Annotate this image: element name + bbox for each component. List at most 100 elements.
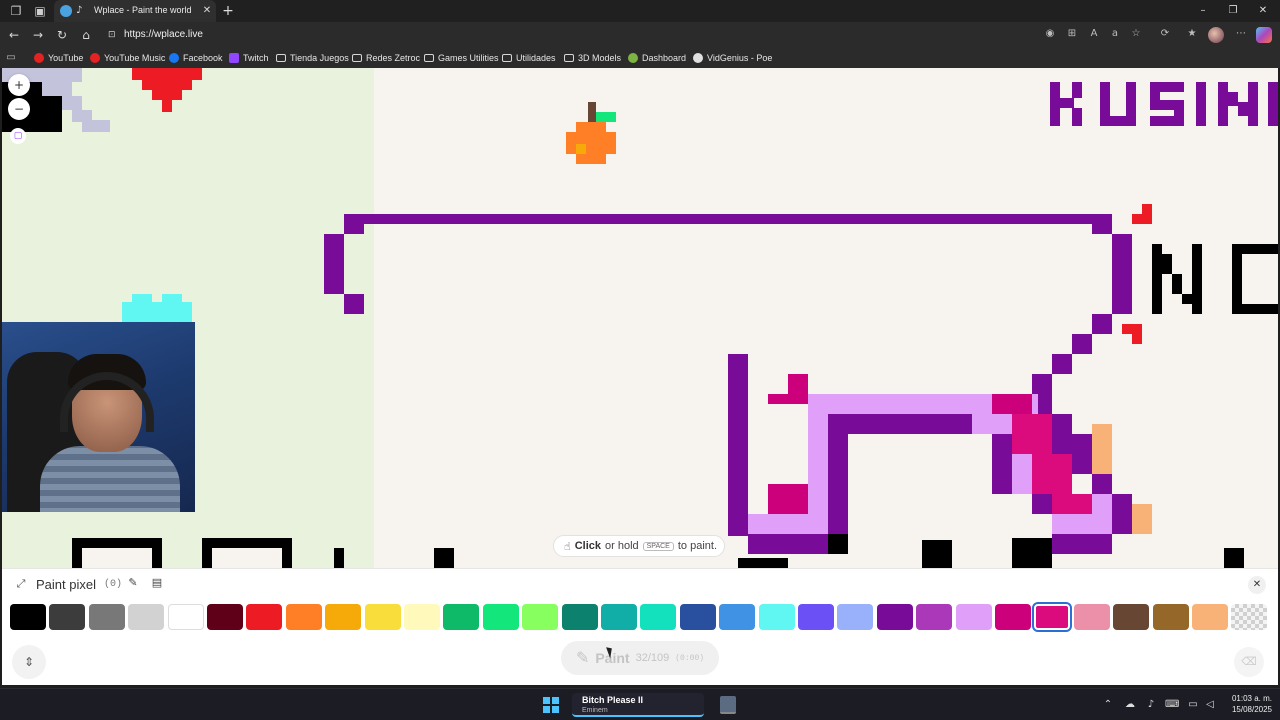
window-close-icon[interactable]: ✕	[1254, 3, 1272, 19]
home-icon[interactable]: ⌂	[78, 27, 94, 43]
hint-or-hold-text: or hold	[605, 540, 639, 552]
color-swatch[interactable]	[443, 604, 479, 630]
color-swatch[interactable]	[365, 604, 401, 630]
collapse-toggle-button[interactable]: ⇕	[12, 645, 46, 679]
color-swatch[interactable]	[49, 604, 85, 630]
workspaces-icon[interactable]: ❐	[8, 3, 24, 19]
back-icon[interactable]: ←	[6, 27, 22, 43]
restore-icon[interactable]: ❐	[1224, 3, 1242, 19]
color-swatch[interactable]	[246, 604, 282, 630]
more-menu-icon[interactable]: ⋯	[1234, 27, 1248, 41]
color-swatch[interactable]	[719, 604, 755, 630]
color-swatch[interactable]	[759, 604, 795, 630]
color-swatch[interactable]	[877, 604, 913, 630]
color-swatch[interactable]	[10, 604, 46, 630]
taskbar: Bitch Please II Eminem ⌃ ☁ ♪ ⌨ ▭ ◁ 01:03…	[0, 688, 1280, 720]
color-swatch[interactable]	[128, 604, 164, 630]
volume-icon[interactable]: ◁	[1203, 698, 1217, 712]
pixel-canvas[interactable]: + − ▢ ☝ Click or hold SPACE to paint.	[2, 68, 1278, 568]
color-swatch[interactable]	[601, 604, 637, 630]
bookmark-twitch[interactable]: Twitch	[229, 51, 269, 65]
url-text[interactable]: https://wplace.live	[124, 29, 203, 40]
color-swatch[interactable]	[995, 604, 1031, 630]
bookmark-label: YouTube Music	[104, 53, 166, 63]
site-info-icon[interactable]: ⊡	[108, 29, 118, 41]
media-player-widget[interactable]: Bitch Please II Eminem	[572, 693, 704, 717]
refresh-icon[interactable]: ↻	[54, 27, 70, 43]
windows-start-icon[interactable]	[543, 697, 559, 713]
color-swatch[interactable]	[522, 604, 558, 630]
browser-tab[interactable]: ♪ Wplace - Paint the world ✕	[54, 0, 216, 22]
eraser-button[interactable]: ⌫	[1234, 647, 1264, 677]
close-panel-button[interactable]: ✕	[1248, 576, 1266, 594]
bookmark-tienda-juegos[interactable]: Tienda Juegos	[276, 51, 349, 65]
color-swatch[interactable]	[1231, 604, 1267, 630]
color-swatch[interactable]	[404, 604, 440, 630]
zoom-out-button[interactable]: −	[8, 98, 30, 120]
bookmark-youtube-music[interactable]: YouTube Music	[90, 51, 165, 65]
bookmark-utilidades[interactable]: Utilidades	[502, 51, 556, 65]
color-swatch[interactable]	[89, 604, 125, 630]
forward-icon[interactable]: →	[30, 27, 46, 43]
favorites-icon[interactable]: ★	[1185, 27, 1199, 41]
canvas-art	[1132, 504, 1152, 534]
color-swatch[interactable]	[916, 604, 952, 630]
profile-avatar[interactable]	[1208, 27, 1224, 43]
color-swatch[interactable]	[562, 604, 598, 630]
tray-overflow-icon[interactable]: ⌃	[1101, 698, 1115, 712]
pencil-icon[interactable]: ✎	[126, 576, 140, 590]
facebook-icon	[169, 53, 179, 63]
color-swatch[interactable]	[286, 604, 322, 630]
bookmark-vidgenius-poe[interactable]: VidGenius - Poe	[693, 51, 772, 65]
color-swatch[interactable]	[1192, 604, 1228, 630]
twitch-icon[interactable]: ▢	[10, 128, 26, 144]
microphone-icon[interactable]: ♪	[1144, 698, 1158, 712]
network-icon[interactable]: ▭	[1186, 698, 1200, 712]
copilot-icon[interactable]	[1256, 27, 1272, 43]
bookmark-facebook[interactable]: Facebook	[169, 51, 223, 65]
color-swatch[interactable]	[1032, 602, 1072, 632]
zoom-in-button[interactable]: +	[8, 74, 30, 96]
color-swatch[interactable]	[837, 604, 873, 630]
color-swatch[interactable]	[483, 604, 519, 630]
color-swatch[interactable]	[207, 604, 243, 630]
color-swatch[interactable]	[680, 604, 716, 630]
canvas-art	[212, 548, 282, 568]
color-swatch[interactable]	[168, 604, 204, 630]
new-tab-icon[interactable]: +	[220, 3, 236, 19]
paint-button[interactable]: ✎ Paint 32/109 (0:00)	[561, 641, 719, 675]
favorite-star-icon[interactable]: ☆	[1129, 27, 1143, 41]
color-swatch[interactable]	[798, 604, 834, 630]
minimize-icon[interactable]: –	[1194, 3, 1212, 19]
speaker-icon[interactable]: ♪	[76, 3, 90, 19]
tab-actions-icon[interactable]: ▣	[32, 3, 48, 19]
color-swatch[interactable]	[640, 604, 676, 630]
extensions-icon[interactable]: ⟳	[1158, 27, 1172, 41]
bookmark-youtube[interactable]: YouTube	[34, 51, 83, 65]
save-icon[interactable]: ▤	[150, 576, 164, 590]
onedrive-icon[interactable]: ☁	[1123, 698, 1137, 712]
clock-date[interactable]: 15/08/2025	[1216, 705, 1272, 714]
location-icon[interactable]: ◉	[1043, 27, 1057, 41]
color-swatch[interactable]	[1074, 604, 1110, 630]
expand-icon[interactable]: ⤢	[14, 577, 28, 591]
clock-time[interactable]: 01:03 a. m.	[1216, 694, 1272, 703]
bookmark-label: Twitch	[243, 53, 269, 63]
bookmark-games-utilities[interactable]: Games Utilities	[424, 51, 499, 65]
keyboard-icon[interactable]: ⌨	[1165, 698, 1179, 712]
read-aloud-icon[interactable]: a	[1108, 27, 1122, 41]
folder-icon	[424, 54, 434, 62]
color-swatch[interactable]	[956, 604, 992, 630]
bookmark-redes-zetroc[interactable]: Redes Zetroc	[352, 51, 420, 65]
apps-icon[interactable]: ⊞	[1065, 27, 1079, 41]
address-bar[interactable]: ⊡ https://wplace.live	[100, 25, 1150, 45]
translate-icon[interactable]: A	[1087, 27, 1101, 41]
color-swatch[interactable]	[1153, 604, 1189, 630]
bookmarks-toggle-icon[interactable]: ▭	[4, 51, 18, 65]
color-swatch[interactable]	[325, 604, 361, 630]
calculator-app-icon[interactable]	[720, 696, 736, 714]
color-swatch[interactable]	[1113, 604, 1149, 630]
bookmark-dashboard[interactable]: Dashboard	[628, 51, 686, 65]
tab-close-icon[interactable]: ✕	[200, 3, 214, 19]
bookmark-3d-models[interactable]: 3D Models	[564, 51, 621, 65]
